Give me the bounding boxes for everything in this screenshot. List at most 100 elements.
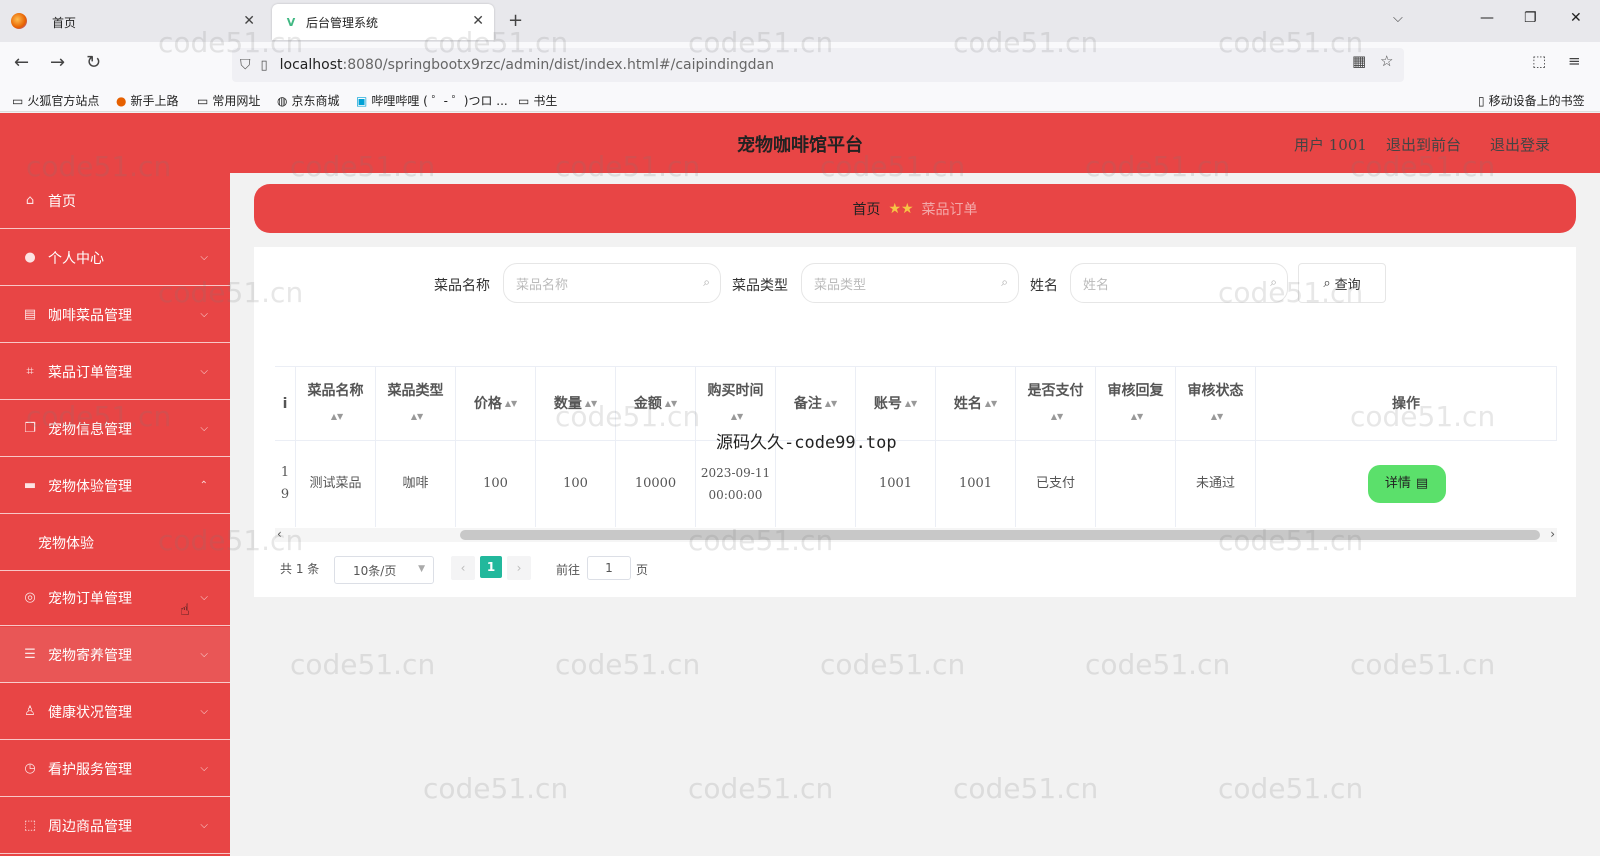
tab-label: 后台管理系统 <box>306 15 379 30</box>
breadcrumb-home[interactable]: 首页 <box>852 199 880 219</box>
query-button[interactable]: ⌕ 查询 <box>1298 263 1386 303</box>
table-cell-price: 100 <box>456 441 536 527</box>
sidebar-item-dish-orders[interactable]: ⌗ 菜品订单管理 ⌵ <box>0 344 230 400</box>
table-header-dish-type[interactable]: 菜品类型 ▲▼ <box>376 367 456 441</box>
browser-tab-admin[interactable]: V 后台管理系统 ✕ <box>272 4 494 40</box>
restore-icon[interactable]: ❐ <box>1524 10 1537 26</box>
chevron-down-icon: ⌵ <box>200 423 208 434</box>
chevron-down-icon: ⌵ <box>200 763 208 774</box>
sort-icon[interactable]: ▲▼ <box>1051 404 1063 430</box>
sort-icon[interactable]: ▲▼ <box>331 404 343 430</box>
bookmark-item[interactable]: ● 新手上路 <box>116 92 179 109</box>
forward-icon[interactable]: → <box>50 52 65 73</box>
goto-label: 前往 <box>556 563 581 577</box>
table-header-reply[interactable]: 审核回复 ▲▼ <box>1096 367 1176 441</box>
sort-icon[interactable]: ▲▼ <box>665 391 677 417</box>
close-icon[interactable]: ✕ <box>243 13 255 29</box>
url-bar[interactable]: ⛉ ▯ localhost:8080/springbootx9rzc/admin… <box>232 48 1404 82</box>
sidebar-item-care-service[interactable]: ◷ 看护服务管理 ⌵ <box>0 741 230 797</box>
sort-icon[interactable]: ▲▼ <box>1211 404 1223 430</box>
sidebar-item-health[interactable]: ♙ 健康状况管理 ⌵ <box>0 684 230 740</box>
sidebar-item-label: 宠物寄养管理 <box>48 647 132 664</box>
table-header-status[interactable]: 审核状态 ▲▼ <box>1176 367 1256 441</box>
firefox-icon <box>11 13 27 29</box>
qr-code-icon[interactable]: ▦ <box>1352 52 1366 70</box>
table-cell-time: 2023-09-11 00:00:00 <box>696 441 776 527</box>
new-tab-icon[interactable]: + <box>508 10 523 31</box>
dish-type-input[interactable]: 菜品类型 ⌕ <box>801 263 1019 303</box>
table-cell-account: 1001 <box>856 441 936 527</box>
sidebar-item-coffee-dishes[interactable]: ▤ 咖啡菜品管理 ⌵ <box>0 287 230 343</box>
table-header-dish-name[interactable]: 菜品名称 ▲▼ <box>296 367 376 441</box>
sort-icon[interactable]: ▲▼ <box>905 391 917 417</box>
table-header-price[interactable]: 价格 ▲▼ <box>456 367 536 441</box>
bookmark-item[interactable]: ▭ 火狐官方站点 <box>12 92 99 109</box>
table-header-paid[interactable]: 是否支付 ▲▼ <box>1016 367 1096 441</box>
sidebar-item-profile[interactable]: ● 个人中心 ⌵ <box>0 230 230 286</box>
url-text[interactable]: localhost:8080/springbootx9rzc/admin/dis… <box>280 57 774 73</box>
minimize-icon[interactable]: — <box>1480 10 1494 26</box>
sidebar-item-merch[interactable]: ⬚ 周边商品管理 ⌵ <box>0 798 230 854</box>
back-to-front-link[interactable]: 退出到前台 <box>1386 134 1461 155</box>
goto-page-input[interactable]: 1 <box>587 556 631 580</box>
sidebar-item-pet-experience[interactable]: ▬ 宠物体验管理 ⌃ <box>0 458 230 514</box>
sidebar-item-home[interactable]: ⌂ 首页 <box>0 173 230 229</box>
person-name-input[interactable]: 姓名 ⌕ <box>1070 263 1288 303</box>
window-close-icon[interactable]: ✕ <box>1570 10 1582 26</box>
compass-icon: ◷ <box>24 761 36 776</box>
sort-icon[interactable]: ▲▼ <box>505 391 517 417</box>
menu-icon[interactable]: ≡ <box>1568 52 1581 70</box>
shield-icon[interactable]: ⛉ <box>240 57 251 73</box>
vue-icon: V <box>286 15 296 29</box>
detail-button[interactable]: 详情 ▤ <box>1367 465 1446 503</box>
chevron-down-icon: ⌵ <box>200 592 208 603</box>
sidebar-item-label: 菜品订单管理 <box>48 364 132 381</box>
table-header-person[interactable]: 姓名 ▲▼ <box>936 367 1016 441</box>
header-label: 审核状态 <box>1187 382 1244 399</box>
sort-icon[interactable]: ▲▼ <box>1131 404 1143 430</box>
sidebar-item-pet-boarding[interactable]: ☰ 宠物寄养管理 ⌵ <box>0 627 230 683</box>
bookmark-label: 火狐官方站点 <box>27 94 100 108</box>
star-icon[interactable]: ☆ <box>1380 52 1393 70</box>
scrollbar-thumb[interactable] <box>460 530 1540 540</box>
table-horizontal-scrollbar[interactable]: ‹ › <box>275 527 1557 542</box>
chevron-right-icon[interactable]: › <box>1550 527 1555 541</box>
bookmark-item[interactable]: ◍ 京东商城 <box>277 92 340 109</box>
app-header: 宠物咖啡馆平台 用户 1001 退出到前台 退出登录 <box>0 113 1600 173</box>
orders-table: i 菜品名称▲▼ 菜品类型▲▼ 价格 ▲▼ 数量 ▲▼ 金额 ▲▼ 购买时间▲▼ 备注… <box>275 366 1557 540</box>
browser-tab-home[interactable]: 首页 ✕ <box>40 4 265 40</box>
page-size-select[interactable]: 10条/页 ▼ <box>334 556 434 584</box>
table-header-amount[interactable]: 金额 ▲▼ <box>616 367 696 441</box>
close-icon[interactable]: ✕ <box>472 13 484 29</box>
sidebar-item-pet-orders[interactable]: ◎ 宠物订单管理 ⌵ <box>0 570 230 626</box>
bookmark-item[interactable]: ▭ 常用网址 <box>197 92 260 109</box>
prev-page-button[interactable]: ‹ <box>451 556 475 580</box>
sort-icon[interactable]: ▲▼ <box>585 391 597 417</box>
table-header-qty[interactable]: 数量 ▲▼ <box>536 367 616 441</box>
sidebar-item-label: 宠物订单管理 <box>48 590 132 607</box>
sidebar-subitem-pet-experience[interactable]: 宠物体验 <box>0 515 230 571</box>
sort-icon[interactable]: ▲▼ <box>411 404 423 430</box>
dish-name-input[interactable]: 菜品名称 ⌕ <box>503 263 721 303</box>
sort-icon[interactable]: ▲▼ <box>825 391 837 417</box>
header-label: 是否支付 <box>1027 382 1084 399</box>
sidebar-item-label: 宠物体验管理 <box>48 478 132 495</box>
logout-link[interactable]: 退出登录 <box>1490 134 1550 155</box>
user-icon: ● <box>24 250 36 265</box>
sidebar-item-pet-info[interactable]: ❐ 宠物信息管理 ⌵ <box>0 401 230 457</box>
frame-icon: ⬚ <box>23 818 37 833</box>
reload-icon[interactable]: ↻ <box>86 52 101 73</box>
sort-icon[interactable]: ▲▼ <box>985 391 997 417</box>
bookmark-item[interactable]: ▭ 书生 <box>518 92 557 109</box>
chevron-left-icon[interactable]: ‹ <box>277 527 282 541</box>
page-number-active[interactable]: 1 <box>480 556 502 578</box>
bookmark-label: 移动设备上的书签 <box>1488 94 1585 108</box>
chevron-down-icon[interactable]: ⌵ <box>1393 11 1403 26</box>
mobile-bookmarks[interactable]: ▯ 移动设备上的书签 <box>1478 92 1585 109</box>
sort-icon[interactable]: ▲▼ <box>731 404 743 430</box>
next-page-button[interactable]: › <box>507 556 531 580</box>
search-icon: ⌕ <box>703 275 710 289</box>
extensions-icon[interactable]: ⬚ <box>1532 52 1546 70</box>
bookmark-item[interactable]: ▣ 哔哩哔哩 ( ゜- ゜)つロ ... <box>356 92 508 109</box>
back-icon[interactable]: ← <box>14 52 29 73</box>
